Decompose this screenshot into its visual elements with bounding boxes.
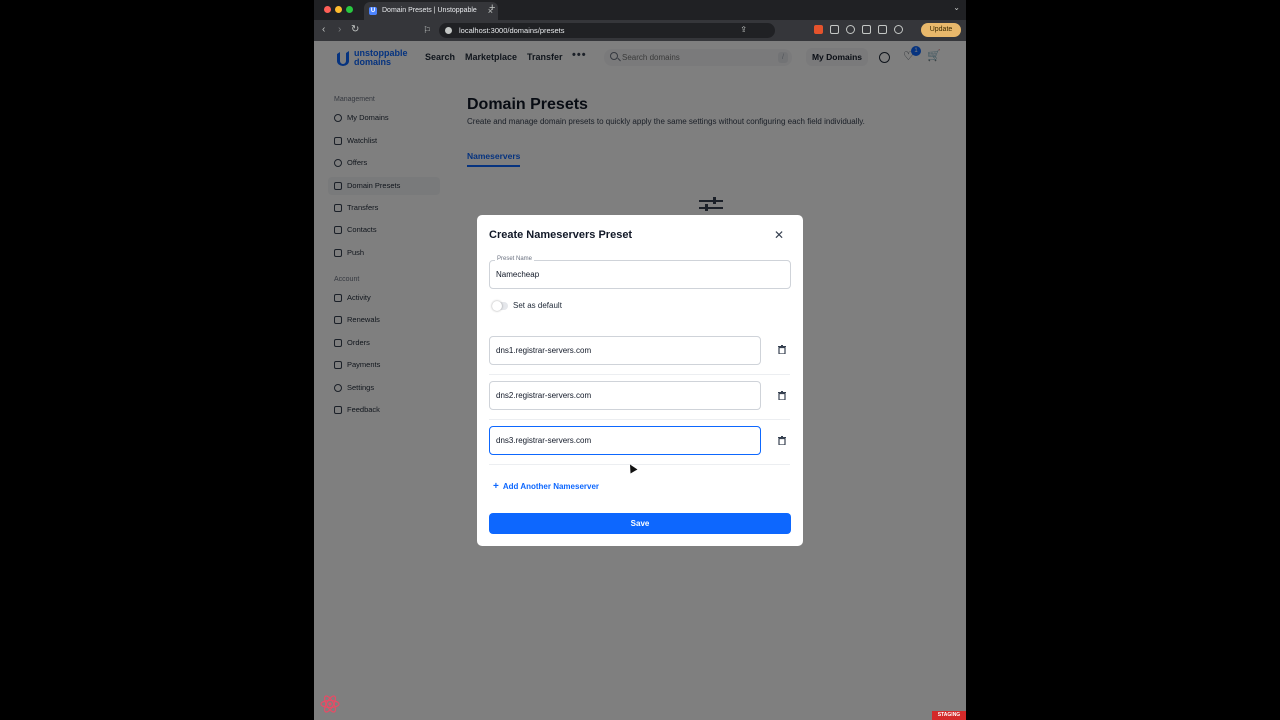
forward-icon[interactable]: › (338, 24, 341, 36)
extension-icon[interactable] (830, 25, 839, 34)
browser-tab[interactable]: U Domain Presets | Unstoppable × (364, 2, 498, 20)
nameserver-input-1[interactable] (496, 337, 739, 364)
plus-icon: + (493, 481, 499, 492)
staging-badge: STAGING (932, 711, 966, 720)
nameserver-field-1[interactable] (489, 336, 761, 365)
sidebar-icon[interactable] (878, 25, 887, 34)
maximize-window-icon[interactable] (346, 6, 353, 13)
favicon-icon: U (369, 7, 377, 15)
toggle-knob (492, 301, 502, 311)
back-icon[interactable]: ‹ (322, 24, 325, 36)
add-nameserver-button[interactable]: + Add Another Nameserver (493, 481, 599, 492)
preset-name-input[interactable] (496, 261, 766, 288)
delete-nameserver-1-icon[interactable] (778, 345, 786, 354)
nameserver-field-2[interactable] (489, 381, 761, 410)
delete-nameserver-2-icon[interactable] (778, 391, 786, 400)
set-default-label: Set as default (513, 301, 562, 310)
address-bar[interactable]: localhost:3000/domains/presets ⇪ (439, 23, 775, 38)
divider (489, 419, 790, 420)
reload-icon[interactable]: ↻ (351, 24, 359, 36)
update-button[interactable]: Update (921, 23, 961, 37)
create-preset-dialog: Create Nameservers Preset ✕ Preset Name … (477, 215, 803, 546)
nameserver-input-3[interactable] (496, 427, 739, 454)
divider (489, 374, 790, 375)
close-dialog-icon[interactable]: ✕ (773, 229, 785, 241)
brave-shield-icon[interactable] (814, 25, 823, 34)
close-window-icon[interactable] (324, 6, 331, 13)
tab-title: Domain Presets | Unstoppable (382, 7, 477, 14)
new-tab-icon[interactable]: + (489, 2, 495, 14)
site-info-icon[interactable] (445, 27, 452, 34)
nameserver-field-3[interactable] (489, 426, 761, 455)
react-devtools-icon[interactable] (320, 694, 340, 714)
share-icon[interactable]: ⇪ (740, 25, 747, 34)
nameserver-input-2[interactable] (496, 382, 739, 409)
minimize-window-icon[interactable] (335, 6, 342, 13)
tab-search-chevron-icon[interactable]: ⌄ (953, 3, 960, 12)
browser-window: U Domain Presets | Unstoppable × + ⌄ ‹ ›… (314, 0, 966, 720)
preset-name-field[interactable]: Preset Name (489, 256, 791, 289)
bookmark-icon[interactable]: ⚐ (423, 24, 431, 36)
set-default-toggle[interactable] (492, 301, 508, 311)
puzzle-icon[interactable] (862, 25, 871, 34)
delete-nameserver-3-icon[interactable] (778, 436, 786, 445)
extension-icon[interactable] (846, 25, 855, 34)
extensions-area (814, 24, 914, 36)
vpn-icon[interactable] (894, 25, 903, 34)
browser-tab-bar: U Domain Presets | Unstoppable × + ⌄ (314, 0, 966, 20)
dialog-title: Create Nameservers Preset (489, 229, 633, 241)
url-text[interactable]: localhost:3000/domains/presets (459, 23, 564, 38)
save-button[interactable]: Save (489, 513, 791, 534)
divider (489, 464, 790, 465)
browser-toolbar: ‹ › ↻ ⚐ localhost:3000/domains/presets ⇪… (314, 20, 966, 41)
